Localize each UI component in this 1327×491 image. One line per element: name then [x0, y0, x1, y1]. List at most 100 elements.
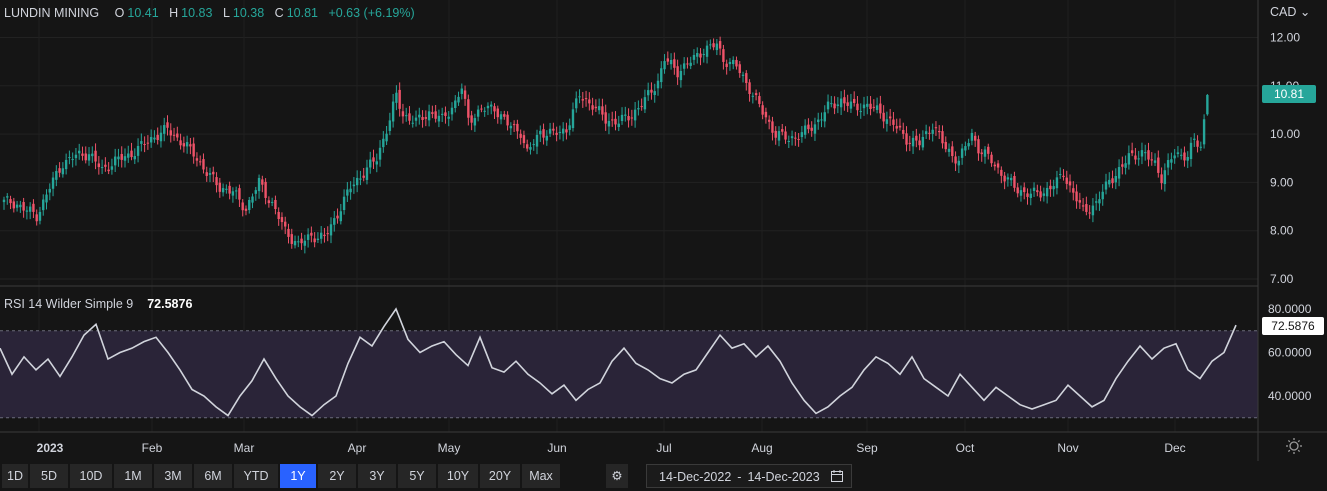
candle-body [127, 153, 130, 158]
candle-body [862, 104, 866, 109]
candle-body [176, 133, 179, 138]
candle-body [104, 164, 107, 167]
candle-body [205, 172, 208, 176]
candle-body [1180, 154, 1183, 156]
timeframe-button-3y[interactable]: 3Y [358, 464, 396, 488]
candle-body [408, 113, 411, 121]
candle-body [584, 98, 588, 100]
timeframe-button-1y[interactable]: 1Y [280, 464, 316, 488]
rsi-label: RSI 14 Wilder Simple 9 [4, 297, 134, 311]
candle-body [499, 114, 503, 120]
candle-body [761, 105, 764, 115]
candle-body [42, 199, 45, 211]
rsi-value: 72.5876 [147, 297, 193, 311]
candle-body [38, 211, 42, 221]
candle-body [1059, 174, 1062, 176]
candle-body [539, 130, 542, 135]
timeframe-button-6m[interactable]: 6M [194, 464, 232, 488]
candle-body [490, 104, 493, 107]
candle-body [476, 109, 480, 117]
rsi-overbought-oversold-band [0, 330, 1258, 418]
candle-body [902, 129, 905, 134]
candle-body [427, 111, 431, 121]
candle-body [633, 109, 637, 121]
time-tick-label: Apr [348, 441, 367, 455]
candle-body [839, 98, 843, 108]
timeframe-button-3m[interactable]: 3M [154, 464, 192, 488]
candle-body [663, 61, 666, 70]
candle-body [372, 157, 375, 162]
candle-body [555, 132, 558, 135]
candle-body [378, 147, 382, 160]
candle-body [257, 177, 261, 192]
candle-body [355, 177, 359, 186]
candle-body [947, 148, 951, 152]
low-label: L [222, 6, 230, 20]
candle-body [1134, 155, 1137, 160]
candle-body [696, 53, 699, 57]
candle-body [25, 210, 29, 212]
candle-body [794, 137, 797, 139]
candle-body [614, 118, 617, 125]
candle-body [656, 80, 660, 89]
candle-body [32, 203, 35, 212]
time-tick-label: May [438, 441, 461, 455]
price-tick-label: 12.00 [1270, 31, 1300, 45]
candle-body [163, 125, 166, 134]
candle-body [440, 113, 444, 115]
close-value: 10.81 [286, 6, 318, 20]
candle-body [359, 178, 362, 180]
candle-body [270, 201, 274, 203]
candle-body [882, 112, 885, 122]
candle-body [45, 194, 48, 203]
candle-body [885, 119, 889, 124]
timeframe-button-10d[interactable]: 10D [70, 464, 112, 488]
candle-body [496, 108, 499, 118]
candle-body [895, 126, 898, 129]
candle-body [382, 138, 385, 148]
calendar-icon[interactable] [831, 470, 843, 482]
timeframe-button-1d[interactable]: 1D [2, 464, 28, 488]
timeframe-button-1m[interactable]: 1M [114, 464, 152, 488]
candle-body [434, 111, 437, 119]
timeframe-button-5d[interactable]: 5D [30, 464, 68, 488]
candle-body [28, 206, 32, 212]
candle-body [1140, 150, 1144, 157]
candle-body [1206, 94, 1209, 115]
candle-body [516, 123, 519, 132]
candle-body [1055, 177, 1059, 189]
candle-body [110, 166, 114, 170]
currency-label: CAD [1270, 5, 1297, 19]
candle-body [777, 131, 781, 141]
candle-body [117, 156, 120, 160]
candle-body [1065, 177, 1068, 184]
timeframe-button-20y[interactable]: 20Y [480, 464, 520, 488]
gear-icon[interactable]: ⚙ [606, 464, 628, 488]
candle-body [1081, 205, 1085, 207]
candle-body [228, 185, 231, 194]
chart-canvas[interactable]: 12.0011.0010.009.008.007.0080.000060.000… [0, 0, 1327, 461]
candle-body [405, 115, 408, 117]
timeframe-button-5y[interactable]: 5Y [398, 464, 436, 488]
candle-body [735, 59, 738, 67]
candle-body [182, 143, 186, 147]
candle-body [391, 101, 395, 122]
candle-body [957, 160, 961, 166]
currency-selector[interactable]: CAD ⌄ [1270, 4, 1310, 19]
candle-body [692, 54, 696, 60]
timeframe-button-ytd[interactable]: YTD [234, 464, 278, 488]
candle-body [94, 150, 97, 162]
candle-body [542, 129, 545, 138]
date-range-picker[interactable]: 14-Dec-2022-14-Dec-2023 [646, 464, 852, 488]
candle-body [130, 150, 133, 158]
timeframe-button-2y[interactable]: 2Y [318, 464, 356, 488]
candle-body [19, 204, 22, 208]
candle-body [931, 129, 934, 134]
timeframe-button-max[interactable]: Max [522, 464, 560, 488]
symbol-name: LUNDIN MINING [4, 6, 100, 20]
timeframe-button-10y[interactable]: 10Y [438, 464, 478, 488]
candle-body [803, 125, 807, 135]
candle-body [1062, 175, 1065, 178]
candle-body [212, 171, 215, 175]
candle-body [853, 98, 856, 103]
